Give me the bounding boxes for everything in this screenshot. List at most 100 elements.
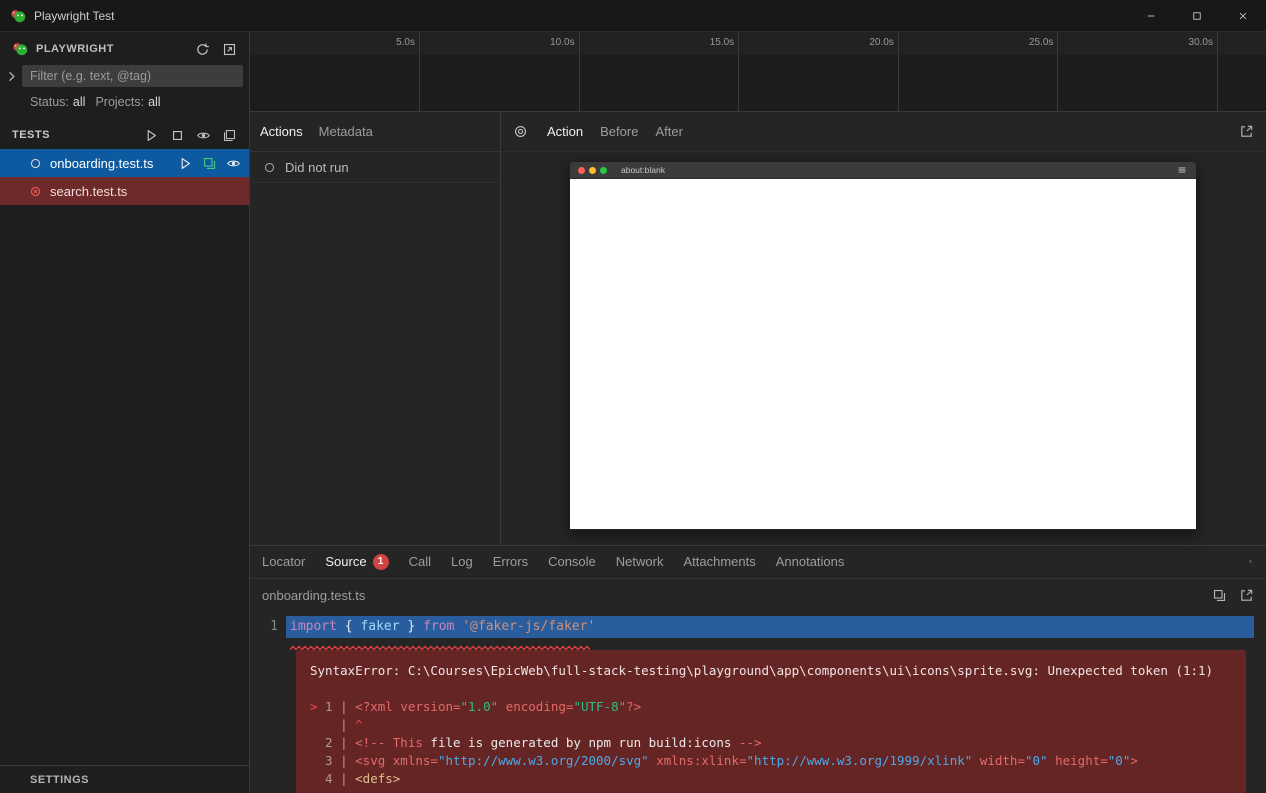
source-toolbar: onboarding.test.ts: [250, 579, 1266, 613]
did-not-run-label: Did not run: [285, 160, 349, 175]
browser-snapshot: about:blank: [570, 162, 1196, 530]
timeline-tick-label: 30.0s: [1189, 37, 1217, 48]
minimize-button[interactable]: [1128, 0, 1174, 31]
menu-icon: [1176, 164, 1188, 176]
filter-input[interactable]: [22, 65, 243, 87]
test-name: search.test.ts: [50, 184, 127, 199]
browser-chrome-bar: about:blank: [570, 162, 1196, 179]
tab-before[interactable]: Before: [600, 124, 638, 139]
timeline-gridline: [738, 32, 739, 111]
maximize-button[interactable]: [1174, 0, 1220, 31]
split-view-icon[interactable]: [1249, 554, 1264, 569]
copy-icon[interactable]: [1212, 588, 1227, 603]
source-view[interactable]: 1 import { faker } from '@faker-js/faker…: [250, 613, 1266, 793]
bottom-panel: Locator Source1CallLog Errors Console Networ…: [250, 545, 1266, 793]
external-link-icon[interactable]: [1239, 588, 1254, 603]
projects-label: Projects:: [95, 95, 144, 109]
window-controls: [1128, 0, 1266, 31]
tab-metadata[interactable]: Metadata: [319, 124, 373, 139]
error-box: SyntaxError: C:\Courses\EpicWeb\full-sta…: [296, 650, 1246, 793]
tab-annotations[interactable]: Annotations: [766, 546, 855, 578]
projects-value: all: [148, 95, 161, 109]
play-icon[interactable]: [144, 128, 159, 143]
sidebar-header: PLAYWRIGHT: [0, 35, 249, 63]
window-title: Playwright Test: [34, 9, 114, 23]
bottom-tabs: Locator Source1CallLog Errors Console Networ…: [252, 546, 854, 578]
reload-icon[interactable]: [195, 42, 210, 57]
source-icon[interactable]: [202, 156, 217, 171]
sidebar-header-actions: [195, 42, 237, 57]
tab-call[interactable]: Call: [399, 546, 441, 578]
status-filter-line[interactable]: Status:allProjects:all: [0, 89, 249, 113]
tab-network[interactable]: Network: [606, 546, 674, 578]
actions-panel: Actions Metadata Did not run: [250, 112, 501, 545]
test-row-search-test-ts[interactable]: search.test.ts: [0, 177, 249, 205]
tab-locator[interactable]: Locator: [252, 546, 315, 578]
snapshot-tab-bar: Action Before After: [501, 112, 1266, 152]
external-link-icon[interactable]: [1239, 124, 1254, 139]
play-icon[interactable]: [178, 156, 193, 171]
timeline-track: [250, 55, 1266, 111]
failed-icon: [28, 184, 43, 199]
source-file-name: onboarding.test.ts: [262, 588, 365, 603]
source-code-line: import { faker } from '@faker-js/faker': [286, 616, 1254, 638]
timeline-gridline: [419, 32, 420, 111]
error-frame-line: > 1 | <?xml version="1.0" encoding="UTF-…: [310, 698, 1232, 716]
playwright-test-window: Playwright Test PLAYWRIGHT Status: all Pro…: [0, 0, 1266, 793]
open-in-window-icon[interactable]: [222, 42, 237, 57]
close-button[interactable]: [1220, 0, 1266, 31]
line-number: 1: [250, 619, 286, 634]
status-label: Status:: [30, 95, 69, 109]
sidebar: PLAYWRIGHT Status:allProjects:all TESTS …: [0, 32, 250, 793]
playwright-logo-icon: [10, 8, 26, 24]
error-frame-line: 2 | <!-- This file is generated by npm r…: [310, 734, 1232, 752]
timeline-gridline: [898, 32, 899, 111]
tests-section-header: TESTS: [0, 121, 249, 149]
sidebar-title: PLAYWRIGHT: [36, 43, 114, 55]
tab-label: Locator: [262, 554, 305, 569]
tests-toolbar: [144, 128, 237, 143]
chevron-right-icon[interactable]: [4, 69, 19, 84]
traffic-light-close: [578, 167, 585, 174]
tab-attachments[interactable]: Attachments: [673, 546, 765, 578]
tab-console[interactable]: Console: [538, 546, 606, 578]
error-frame-line: [310, 680, 1232, 698]
test-row-onboarding-test-ts[interactable]: onboarding.test.ts: [0, 149, 249, 177]
stop-icon[interactable]: [170, 128, 185, 143]
tab-label: Attachments: [683, 554, 755, 569]
test-name: onboarding.test.ts: [50, 156, 153, 171]
timeline-tick-label: 25.0s: [1029, 37, 1057, 48]
source-toolbar-actions: [1212, 588, 1254, 603]
eye-icon[interactable]: [226, 156, 241, 171]
tab-after[interactable]: After: [655, 124, 682, 139]
tab-action[interactable]: Action: [547, 124, 583, 139]
tests-title: TESTS: [12, 129, 50, 141]
eye-icon[interactable]: [196, 128, 211, 143]
titlebar: Playwright Test: [0, 0, 1266, 32]
minimize-icon: [1145, 10, 1157, 22]
timeline-tick-label: 20.0s: [869, 37, 897, 48]
filter-row: [0, 63, 249, 89]
tab-actions[interactable]: Actions: [260, 124, 303, 139]
target-icon[interactable]: [513, 124, 528, 139]
timeline-tick-label: 10.0s: [550, 37, 578, 48]
tab-log[interactable]: Log: [441, 546, 483, 578]
browser-page: [570, 179, 1196, 529]
tab-source[interactable]: Source1: [315, 546, 398, 578]
browser-url: about:blank: [621, 165, 665, 175]
source-line-1: 1 import { faker } from '@faker-js/faker…: [250, 616, 1266, 638]
collapse-all-icon[interactable]: [222, 128, 237, 143]
settings-label: SETTINGS: [30, 774, 89, 786]
test-row-actions: [178, 156, 241, 171]
timeline-gridline: [1217, 32, 1218, 111]
maximize-icon: [1191, 10, 1203, 22]
tab-label: Console: [548, 554, 596, 569]
timeline[interactable]: 5.0s10.0s15.0s20.0s25.0s30.0s: [250, 32, 1266, 112]
tab-errors[interactable]: Errors: [483, 546, 538, 578]
red-squiggle-artifact: [95, 786, 185, 792]
error-count-badge: 1: [373, 554, 389, 570]
error-frame-line: 3 | <svg xmlns="http://www.w3.org/2000/s…: [310, 752, 1232, 770]
did-not-run-row: Did not run: [250, 152, 500, 183]
tab-label: Errors: [493, 554, 528, 569]
tab-label: Annotations: [776, 554, 845, 569]
